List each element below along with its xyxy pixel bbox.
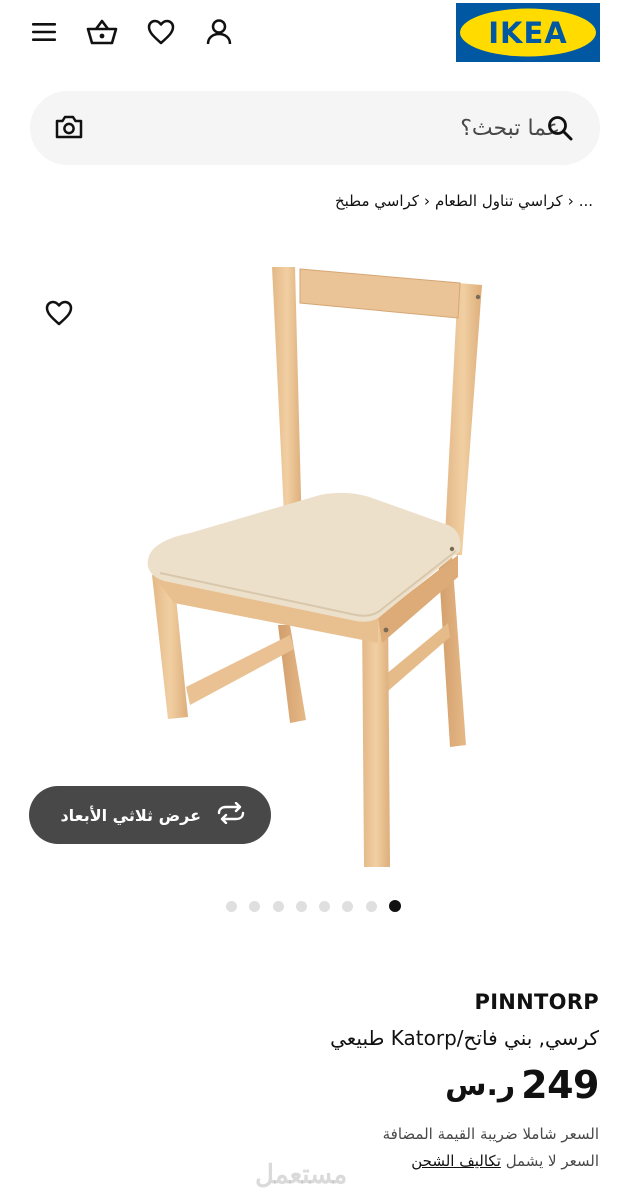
price-amount: 249 <box>521 1063 599 1107</box>
carousel-dot-active[interactable] <box>389 900 402 912</box>
heart-icon[interactable] <box>143 14 179 50</box>
user-icon[interactable] <box>201 14 237 50</box>
carousel-dot[interactable] <box>319 900 331 912</box>
breadcrumb-kitchen-chairs[interactable]: كراسي مطبخ <box>335 192 419 210</box>
product-description: كرسي, بني فاتح/Katorp طبيعي <box>330 1026 599 1050</box>
carousel-dot[interactable] <box>295 900 307 912</box>
carousel-dot[interactable] <box>272 900 284 912</box>
view-3d-button[interactable]: عرض ثلاثي الأبعاد <box>29 786 271 844</box>
breadcrumb-dining-chairs[interactable]: كراسي تناول الطعام <box>435 192 563 210</box>
product-price: 249 ر.س <box>445 1063 599 1107</box>
add-to-favorites-button[interactable] <box>42 296 76 330</box>
camera-icon[interactable] <box>54 113 84 145</box>
carousel-dot[interactable] <box>365 900 377 912</box>
menu-icon[interactable] <box>26 14 62 50</box>
search-icon[interactable] <box>546 114 574 146</box>
product-name[interactable]: PINNTORP <box>475 990 600 1014</box>
riyal-currency-icon: ر.س <box>445 1067 516 1103</box>
shipping-costs-link[interactable]: تكاليف الشحن <box>411 1152 501 1170</box>
svg-text:IKEA: IKEA <box>488 16 568 50</box>
breadcrumb-more[interactable]: ... <box>579 192 593 210</box>
basket-icon[interactable] <box>84 14 120 50</box>
vat-note: السعر شاملا ضريبة القيمة المضافة <box>382 1125 599 1143</box>
ikea-logo[interactable]: IKEA <box>456 3 600 62</box>
watermark: مستعمل <box>255 1160 348 1190</box>
carousel-indicator <box>226 899 413 913</box>
chevron-left-icon: ‹ <box>567 192 574 210</box>
chevron-left-icon: ‹ <box>423 192 430 210</box>
carousel-dot[interactable] <box>342 900 354 912</box>
shipping-note-text: السعر لا يشمل <box>505 1152 599 1170</box>
breadcrumb: ... ‹ كراسي تناول الطعام ‹ كراسي مطبخ <box>335 192 593 210</box>
carousel-dot[interactable] <box>226 900 237 912</box>
top-bar: IKEA <box>0 0 629 70</box>
search-bar <box>30 91 600 165</box>
view-3d-label: عرض ثلاثي الأبعاد <box>60 805 201 825</box>
shipping-note: السعر لا يشمل تكاليف الشحن <box>411 1152 599 1170</box>
rotate-3d-icon <box>215 801 247 828</box>
carousel-dot[interactable] <box>249 900 261 912</box>
search-input[interactable] <box>120 91 560 165</box>
